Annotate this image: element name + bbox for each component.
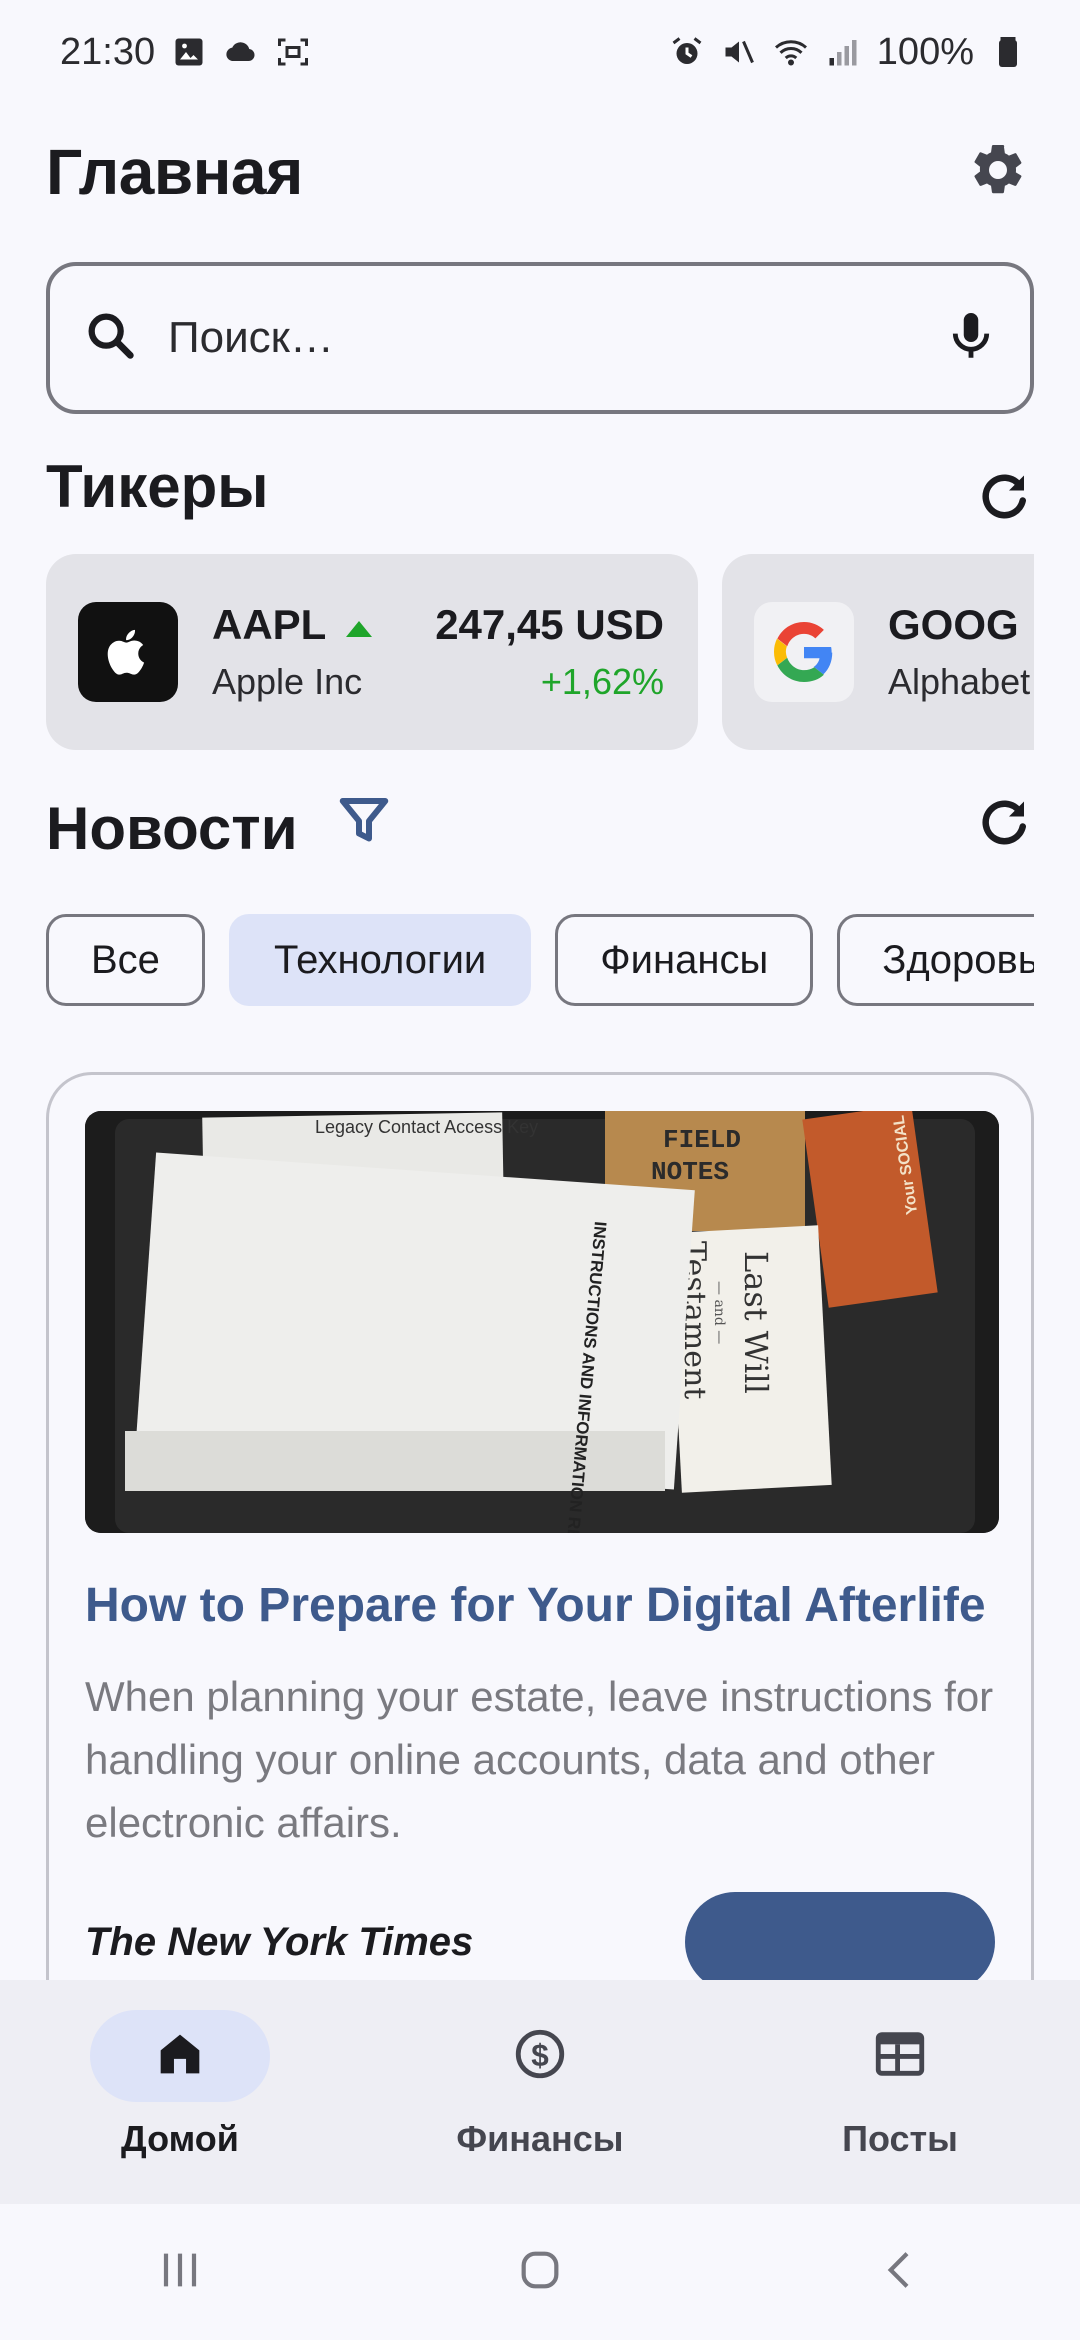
filter-icon <box>334 791 394 865</box>
settings-button[interactable] <box>962 136 1034 208</box>
news-title: Новости <box>46 794 298 862</box>
home-icon <box>151 2025 209 2088</box>
battery-icon <box>990 34 1026 70</box>
nav-indicator <box>90 2010 270 2102</box>
category-chips: Все Технологии Финансы Здоровье <box>46 914 1034 1006</box>
google-logo-icon <box>754 602 854 702</box>
will-text-1: Last Will <box>737 1251 775 1394</box>
status-bar: 21:30 100% <box>0 0 1080 104</box>
chip-technology[interactable]: Технологии <box>228 914 532 1006</box>
dollar-icon: $ <box>511 2025 569 2088</box>
article-title[interactable]: How to Prepare for Your Digital Afterlif… <box>85 1569 995 1643</box>
article-source: The New York Times <box>85 1919 474 1964</box>
ticker-symbol-row: GOOG <box>888 601 1034 649</box>
refresh-icon <box>974 794 1034 859</box>
apple-logo-icon <box>78 602 178 702</box>
bottom-navigation: Домой $ Финансы Посты <box>0 1980 1080 2204</box>
ticker-company: Apple Inc <box>212 661 363 702</box>
chip-health[interactable]: Здоровье <box>837 914 1034 1006</box>
ticker-info: GOOG Alphabet <box>888 601 1034 703</box>
status-right: 100% <box>669 31 1026 74</box>
system-home-button[interactable] <box>480 2232 600 2312</box>
ticker-card-goog[interactable]: GOOG Alphabet <box>722 554 1034 750</box>
chip-finance[interactable]: Финансы <box>555 914 814 1006</box>
refresh-icon <box>974 468 1034 533</box>
home-circle-icon <box>512 2242 568 2303</box>
back-icon <box>872 2242 928 2303</box>
trend-up-icon <box>344 601 374 649</box>
ticker-symbol: GOOG <box>888 601 1019 648</box>
recents-icon <box>152 2242 208 2303</box>
recents-button[interactable] <box>120 2232 240 2312</box>
image-icon <box>171 34 207 70</box>
notebook-line1: FIELD <box>663 1125 741 1155</box>
ticker-company: Alphabet <box>888 661 1031 702</box>
wifi-icon <box>773 34 809 70</box>
ticker-price: 247,45 USD <box>435 601 664 648</box>
news-article-card[interactable]: Legacy Contact Access Key FIELD NOTES Yo… <box>46 1072 1034 2072</box>
mic-icon[interactable] <box>942 307 1000 370</box>
svg-text:$: $ <box>531 2038 549 2073</box>
system-navigation <box>0 2204 1080 2340</box>
ticker-symbol: AAPL <box>212 601 327 648</box>
nav-indicator: $ <box>450 2010 630 2102</box>
screenshot-icon <box>275 34 311 70</box>
article-action-button[interactable] <box>685 1892 995 1992</box>
status-left: 21:30 <box>60 31 311 74</box>
nav-label: Финансы <box>456 2118 624 2159</box>
will-text-2: — and — <box>711 1281 727 1344</box>
search-input[interactable] <box>168 313 942 363</box>
back-button[interactable] <box>840 2232 960 2312</box>
nav-indicator <box>810 2010 990 2102</box>
app-header: Главная <box>46 124 1034 220</box>
alarm-icon <box>669 34 705 70</box>
chip-all[interactable]: Все <box>46 914 205 1006</box>
ticker-symbol-row: AAPL <box>212 601 435 649</box>
article-footer: The New York Times <box>85 1892 995 1992</box>
ticker-info: AAPL Apple Inc <box>212 601 435 703</box>
news-header: Новости <box>46 792 400 864</box>
nav-label: Домой <box>121 2118 239 2159</box>
tickers-carousel[interactable]: AAPL Apple Inc 247,45 USD +1,62% GOOG Al… <box>46 554 1034 750</box>
ticker-card-aapl[interactable]: AAPL Apple Inc 247,45 USD +1,62% <box>46 554 698 750</box>
nav-item-finance[interactable]: $ Финансы <box>390 2010 690 2160</box>
notebook-line2: NOTES <box>651 1157 729 1187</box>
news-filter-button[interactable] <box>328 792 400 864</box>
ticker-quote: 247,45 USD +1,62% <box>435 601 664 703</box>
search-icon <box>82 307 140 370</box>
nav-label: Посты <box>842 2118 958 2159</box>
nav-item-home[interactable]: Домой <box>30 2010 330 2160</box>
signal-icon <box>825 34 861 70</box>
article-image: Legacy Contact Access Key FIELD NOTES Yo… <box>85 1111 999 1533</box>
search-bar[interactable] <box>46 262 1034 414</box>
nav-item-posts[interactable]: Посты <box>750 2010 1050 2160</box>
paper-top-text: Legacy Contact Access Key <box>315 1117 538 1137</box>
mute-icon <box>721 34 757 70</box>
ticker-change: +1,62% <box>540 661 664 702</box>
cloud-icon <box>223 34 259 70</box>
status-time: 21:30 <box>60 30 156 73</box>
tickers-title: Тикеры <box>46 453 269 520</box>
newspaper-icon <box>871 2025 929 2088</box>
tickers-refresh-button[interactable] <box>968 464 1040 536</box>
gear-icon <box>968 140 1028 205</box>
article-description: When planning your estate, leave instruc… <box>85 1673 994 1846</box>
battery-text: 100% <box>876 30 974 73</box>
page-title: Главная <box>46 136 303 208</box>
news-refresh-button[interactable] <box>968 790 1040 862</box>
